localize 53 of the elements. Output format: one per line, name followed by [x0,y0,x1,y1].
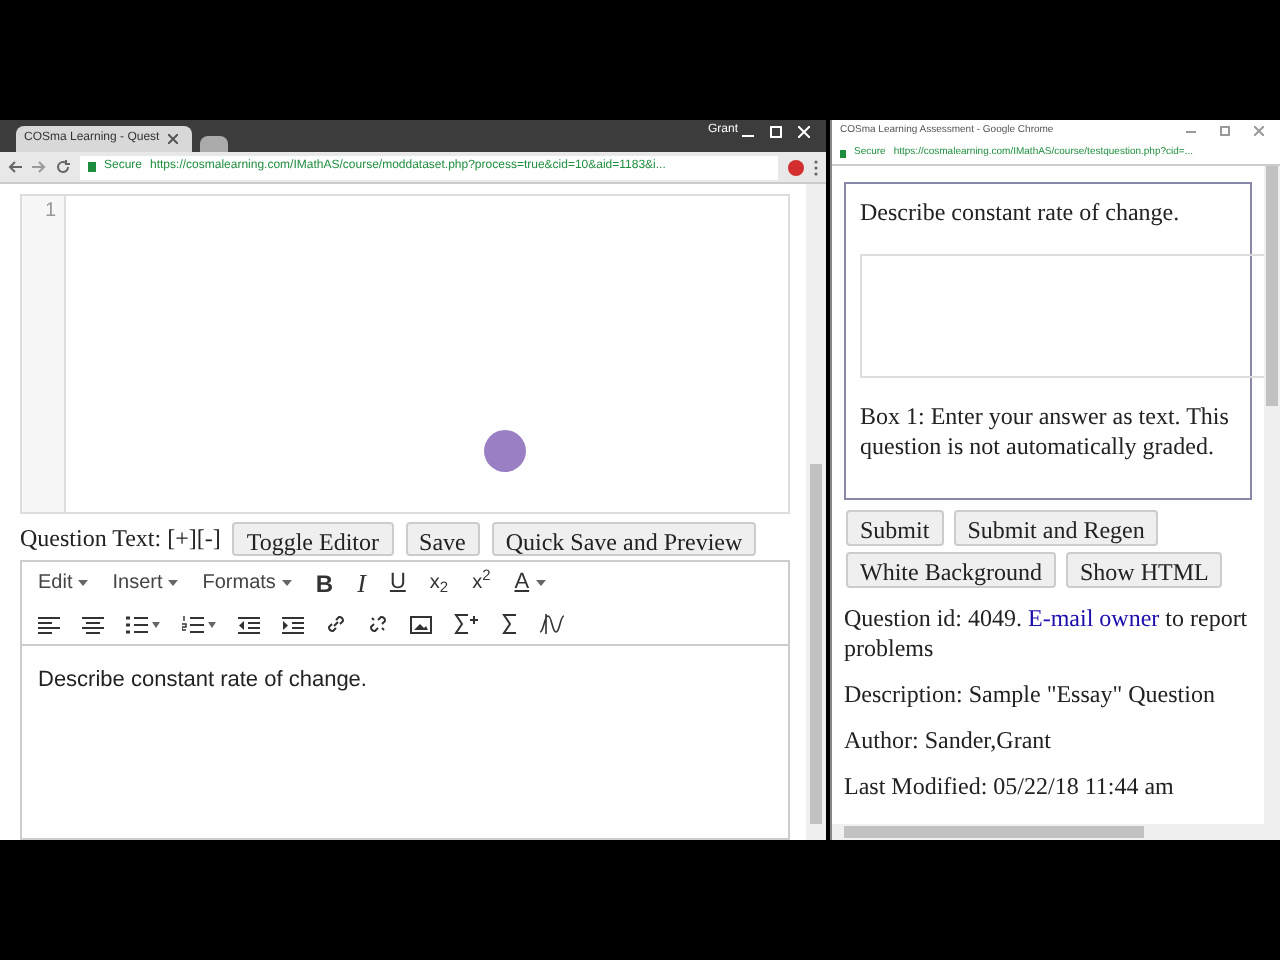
underline-button[interactable]: U [389,566,406,600]
action-button[interactable]: White Background [846,552,1056,588]
back-icon[interactable] [8,160,22,175]
question-text: Describe constant rate of change. [860,196,1182,230]
sigma-icon[interactable] [502,614,518,634]
menu-dropdown[interactable]: Edit [38,568,89,598]
reload-icon[interactable] [56,160,70,175]
cursor-highlight [484,430,526,472]
scrollbar[interactable] [1264,166,1280,840]
close-icon[interactable] [167,134,178,145]
horizontal-scrollbar[interactable] [832,824,1264,840]
text-color-button[interactable]: A [514,566,546,600]
menu-dropdown[interactable]: Formats [202,568,292,598]
instruction-text: Box 1: Enter your answer as text. This question is not automatically graded. [860,402,1231,462]
lock-icon [88,162,96,173]
align-left-icon[interactable] [38,615,60,633]
action-button[interactable]: Show HTML [1065,552,1223,588]
italic-button[interactable]: I [357,563,366,603]
email-link[interactable]: E-mail owner [1028,604,1160,632]
question-text-label: Question Text: [+][-] [20,522,221,556]
align-center-icon[interactable] [82,615,104,633]
menu-dropdown[interactable]: Insert [112,568,179,598]
subscript-button[interactable]: x$_{2}$ [429,568,449,598]
line-number: 1 [42,198,56,226]
action-button[interactable]: Submit [846,510,944,546]
link-icon[interactable] [326,614,346,634]
info-text: Last Modified: 05/22/18 11:44 am [844,772,1176,802]
info-text: Author: Sander,Grant [844,726,1053,756]
scrollbar[interactable] [806,184,826,840]
caret-icon [168,579,179,586]
action-button[interactable]: Submit and Regen [953,510,1159,546]
caret-icon [78,579,89,586]
action-button[interactable]: Toggle Editor [232,521,394,555]
numbered-list-icon[interactable] [182,615,216,633]
action-button[interactable]: Save [405,521,480,555]
lock-icon [840,149,846,157]
graph-icon[interactable] [540,614,564,634]
sigma-plus-icon[interactable] [454,614,480,634]
extension-icon[interactable] [788,159,804,176]
new-tab-button[interactable] [200,136,228,153]
indent-icon[interactable] [282,615,304,633]
bold-button[interactable]: B [315,565,334,601]
unlink-icon[interactable] [368,614,388,634]
outdent-icon[interactable] [238,615,260,633]
bullet-list-icon[interactable] [126,615,160,633]
editor-text[interactable]: Describe constant rate of change. [22,646,788,838]
report-text: Question id: 4049. E-mail owner to report problems [844,604,1250,664]
caret-icon [281,579,292,586]
action-button[interactable]: Quick Save and Preview [491,521,757,555]
image-icon[interactable] [410,615,432,633]
superscript-button[interactable]: x$^{2}$ [472,568,491,598]
caret-icon [535,579,546,586]
info-text: Description: Sample "Essay" Question [844,680,1217,710]
